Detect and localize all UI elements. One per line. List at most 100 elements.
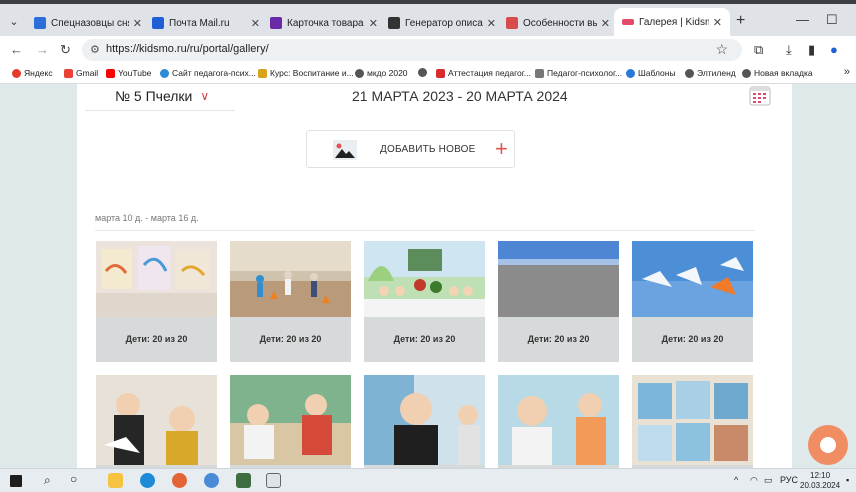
new-tab-button[interactable]: + [736,12,745,30]
windows-start-icon[interactable] [10,475,22,487]
tab-title: Спецназовцы снял [51,17,129,29]
gallery-card[interactable] [364,375,485,468]
week-divider [95,230,755,231]
heart-favicon-icon [506,17,518,29]
ai-favicon-icon [388,17,400,29]
close-tab-icon[interactable]: ✕ [487,17,496,30]
date-range[interactable]: 21 МАРТА 2023 - 20 МАРТА 2024 [352,88,568,104]
bookmark-new-tab[interactable]: Новая вкладка [742,68,813,78]
search-icon[interactable]: ⌕ [44,473,51,488]
children-count: Дети: 20 из 20 [632,317,753,362]
gallery-card[interactable]: Дети: 20 из 20 [498,241,619,362]
children-count: Дети: 20 из 20 [498,317,619,362]
bookmark-youtube[interactable]: YouTube [106,68,151,78]
close-tab-icon[interactable]: ✕ [133,17,142,30]
yandex-browser-icon[interactable] [172,473,187,488]
keyboard-icon[interactable]: ▭ [764,475,773,486]
bookmark-label: Курс: Воспитание и... [270,68,354,78]
group-selector[interactable]: № 5 Пчелки ∨ [115,88,209,104]
globe-icon [742,68,751,78]
bookmark-course[interactable]: Курс: Воспитание и... [258,68,354,78]
notepad-icon[interactable] [266,473,281,488]
close-tab-icon[interactable]: ✕ [713,16,722,29]
course-icon [258,68,267,78]
group-name: № 5 Пчелки [115,88,193,104]
more-bookmarks-icon[interactable]: » [844,66,850,78]
close-tab-icon[interactable]: ✕ [251,17,260,30]
bookmark-star-icon[interactable]: ☆ [715,41,728,58]
close-tab-icon[interactable]: ✕ [369,17,378,30]
bookmark-label: Новая вкладка [754,68,813,78]
bookmark-label: Шаблоны [638,68,676,78]
bookmark-gmail[interactable]: Gmail [64,68,98,78]
tab-3[interactable]: Карточка товара ✕ [270,12,378,34]
tab-1[interactable]: Спецназовцы снял ✕ [34,12,142,34]
gallery-card[interactable]: Дети: 20 из 20 [632,241,753,362]
bookmark-label: Элтиленд [697,68,736,78]
tab-4[interactable]: Генератор описани ✕ [388,12,496,34]
tray-chevron-icon[interactable]: ^ [734,475,738,485]
close-tab-icon[interactable]: ✕ [601,17,610,30]
task-view-icon[interactable]: ○ [70,472,77,486]
boy-smiling-photo [364,375,485,465]
gallery-card[interactable]: Дети: 20 из 20 [364,241,485,362]
tab-strip: ⌄ Спецназовцы снял ✕ Почта Mail.ru ✕ Кар… [0,0,856,36]
bookmark-psych-site[interactable]: Сайт педагога-псих... [160,68,256,78]
extensions-icon[interactable]: ⧉ [754,42,763,58]
globe-icon [355,68,364,78]
kidsmo-favicon-icon [622,19,634,25]
network-icon[interactable]: ◠ [750,475,758,486]
children-count: Дети: 20 из 20 [96,317,217,362]
gallery-card[interactable] [230,375,351,468]
sky-gray-photo [498,241,619,317]
bookmark-label: Педагог-психолог... [547,68,623,78]
back-arrow-icon[interactable]: ← [10,42,23,57]
bookmark-psychologist[interactable]: Педагог-психолог... [535,68,622,78]
chrome-icon[interactable] [204,473,219,488]
download-icon[interactable]: ⤓ [786,42,792,58]
chat-widget-button[interactable] [808,425,848,465]
bookmark-yandex[interactable]: Яндекс [12,68,53,78]
bookmark-mkdo[interactable]: мкдо 2020 [355,68,408,78]
gallery-card[interactable]: Дети: 20 из 20 [230,241,351,362]
system-clock[interactable]: 12:10 20.03.2024 [800,471,840,491]
gallery-card[interactable] [632,375,753,468]
tab-search-chevron-icon[interactable]: ⌄ [4,12,24,32]
children-count: Дети: 20 из 20 [230,317,351,362]
tab-2[interactable]: Почта Mail.ru ✕ [152,12,260,34]
bookmark-label: Аттестация педагог... [448,68,531,78]
kids-classroom-photo [498,375,619,465]
notifications-icon[interactable]: ▪ [846,475,849,485]
forward-arrow-icon[interactable]: → [36,42,49,57]
bookmark-separator[interactable] [418,68,430,77]
bookmark-templates[interactable]: Шаблоны [626,68,676,78]
address-bar[interactable]: ⚙ https://kidsmo.ru/ru/portal/gallery/ ☆ [82,39,742,61]
group-underline [85,110,235,111]
language-indicator[interactable]: РУС [780,475,798,485]
tab-title: Особенности выбор [523,17,597,29]
gallery-card[interactable]: Дети: 20 из 20 [96,241,217,362]
add-new-button[interactable]: ДОБАВИТЬ НОВОЕ + [306,130,515,168]
tab-5[interactable]: Особенности выбор ✕ [506,12,610,34]
calendar-icon[interactable] [749,84,771,106]
maximize-button[interactable]: ☐ [826,12,838,28]
minimize-button[interactable]: — [796,12,809,27]
sidebar-icon[interactable]: ▮ [808,42,815,58]
paper-boats-photo [632,241,753,317]
bookmark-attestation[interactable]: Аттестация педагог... [436,68,531,78]
reload-icon[interactable]: ↻ [60,42,71,58]
profile-avatar-icon[interactable]: ● [830,42,838,57]
bookmark-eltiland[interactable]: Элтиленд [685,68,736,78]
app-icon[interactable] [236,473,251,488]
edge-browser-icon[interactable] [140,473,155,488]
address-toolbar: ← → ↻ ⚙ https://kidsmo.ru/ru/portal/gall… [0,36,856,64]
file-explorer-icon[interactable] [108,473,123,488]
url-text[interactable]: https://kidsmo.ru/ru/portal/gallery/ [106,43,269,55]
tab-favicon-icon [34,17,46,29]
tab-active-gallery[interactable]: Галерея | Kidsmo ✕ [614,8,730,36]
gallery-card[interactable] [498,375,619,468]
tab-title: Галерея | Kidsmo [639,16,709,28]
gallery-card[interactable] [96,375,217,468]
site-info-icon[interactable]: ⚙ [90,43,100,56]
plus-icon: + [495,136,508,161]
